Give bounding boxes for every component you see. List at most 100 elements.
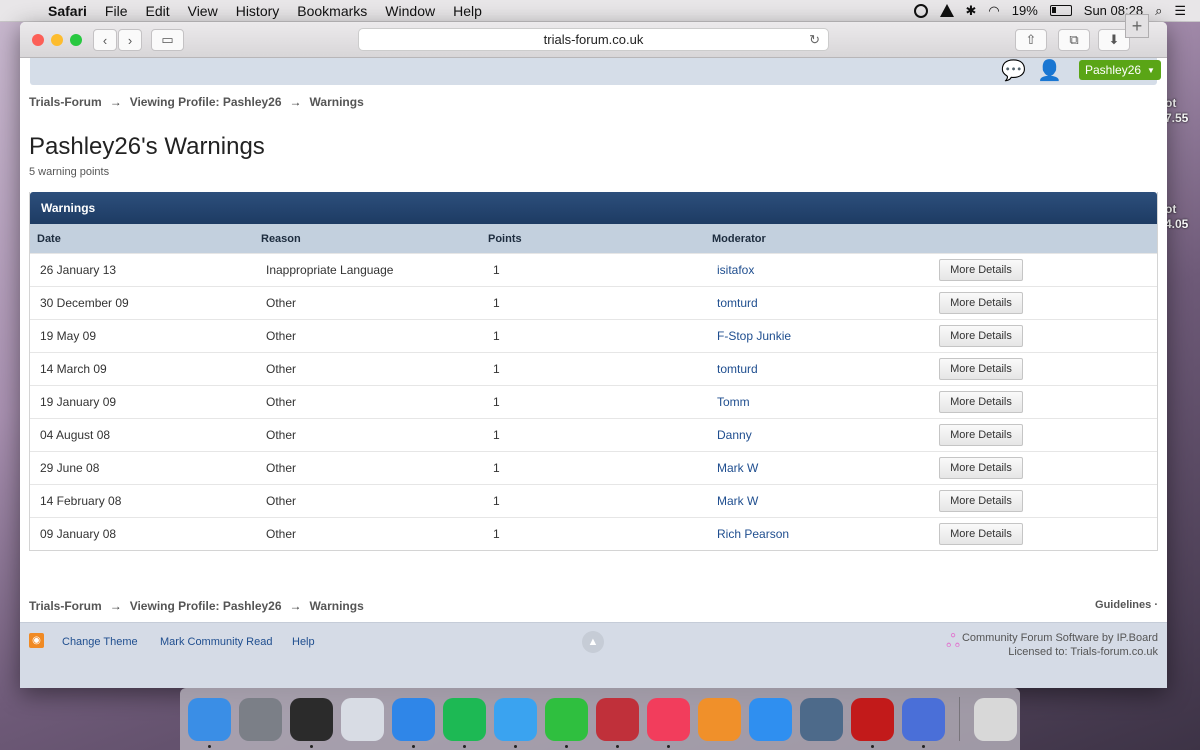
wifi-icon[interactable]: ◠	[988, 3, 999, 19]
reload-icon[interactable]: ↻	[809, 32, 820, 48]
profile-icon[interactable]: 👤	[1037, 58, 1062, 83]
menu-help[interactable]: Help	[453, 3, 482, 19]
chat-icon[interactable]	[902, 697, 945, 748]
status-circle-icon[interactable]	[913, 3, 928, 18]
back-to-top-button[interactable]: ▲	[582, 631, 604, 653]
moderator-link[interactable]: Danny	[705, 428, 931, 442]
chevron-down-icon: ▼	[1147, 65, 1155, 75]
dock-separator	[959, 697, 960, 741]
moderator-link[interactable]: isitafox	[705, 263, 931, 277]
help-link[interactable]: Help	[292, 636, 315, 648]
user-menu-button[interactable]: Pashley26 ▼	[1079, 60, 1161, 80]
change-theme-link[interactable]: Change Theme	[62, 636, 138, 648]
breadcrumb: Trials-Forum → Viewing Profile: Pashley2…	[29, 95, 364, 109]
itunes-icon[interactable]	[647, 697, 690, 748]
more-details-button[interactable]: More Details	[939, 325, 1023, 347]
back-button[interactable]: ‹	[93, 29, 117, 51]
battery-icon[interactable]	[1049, 5, 1072, 16]
table-row: 30 December 09 Other 1 tomturd More Details	[30, 286, 1157, 319]
more-details-button[interactable]: More Details	[939, 424, 1023, 446]
more-details-button[interactable]: More Details	[939, 259, 1023, 281]
dashboard-icon[interactable]	[290, 697, 333, 748]
mark-community-read-link[interactable]: Mark Community Read	[160, 636, 272, 648]
finder-icon[interactable]	[188, 697, 231, 748]
moderator-link[interactable]: tomturd	[705, 362, 931, 376]
cell-points: 1	[493, 329, 500, 343]
safari-icon[interactable]	[392, 697, 435, 748]
breadcrumb-separator: →	[289, 599, 302, 613]
photo-booth-icon[interactable]	[800, 697, 843, 741]
page-title: Pashley26's Warnings	[29, 133, 265, 160]
menu-history[interactable]: History	[236, 3, 280, 19]
breadcrumb-separator: →	[109, 599, 122, 613]
rss-icon[interactable]: ◉	[29, 633, 44, 648]
column-points: Points	[488, 232, 522, 245]
cell-reason: Other	[266, 527, 297, 541]
drive-icon[interactable]	[939, 4, 954, 17]
moderator-link[interactable]: Mark W	[705, 494, 931, 508]
close-window-button[interactable]	[32, 34, 44, 46]
launchpad-icon[interactable]	[239, 697, 282, 741]
menu-window[interactable]: Window	[385, 3, 435, 19]
messages-icon[interactable]: 💬	[1001, 58, 1026, 83]
sidebar-toggle-button[interactable]: ▭	[151, 29, 184, 51]
cell-reason: Other	[266, 395, 297, 409]
joystick-icon[interactable]	[596, 697, 639, 748]
menu-bookmarks[interactable]: Bookmarks	[297, 3, 367, 19]
table-row: 04 August 08 Other 1 Danny More Details	[30, 418, 1157, 451]
flash-icon[interactable]	[851, 697, 894, 748]
cell-points: 1	[493, 296, 500, 310]
column-reason: Reason	[261, 232, 301, 245]
cell-reason: Other	[266, 494, 297, 508]
moderator-link[interactable]: F-Stop Junkie	[705, 329, 931, 343]
cell-reason: Other	[266, 329, 297, 343]
table-body: 26 January 13 Inappropriate Language 1 isit…	[30, 253, 1157, 550]
facetime-icon[interactable]	[545, 697, 588, 748]
app-store-icon[interactable]	[749, 697, 792, 741]
tabs-overview-button[interactable]: ⧉	[1058, 29, 1090, 51]
moderator-link[interactable]: Tomm	[705, 395, 931, 409]
more-details-button[interactable]: More Details	[939, 391, 1023, 413]
menu-edit[interactable]: Edit	[145, 3, 169, 19]
spotlight-search-icon[interactable]: ⌕	[1155, 3, 1162, 19]
more-details-button[interactable]: More Details	[939, 457, 1023, 479]
credit-software[interactable]: Community Forum Software by IP.Board	[962, 631, 1158, 645]
trash-icon[interactable]	[974, 697, 1017, 741]
column-date: Date	[37, 232, 61, 245]
breadcrumb-home[interactable]: Trials-Forum	[29, 599, 102, 613]
more-details-button[interactable]: More Details	[939, 358, 1023, 380]
breadcrumb-home[interactable]: Trials-Forum	[29, 95, 102, 109]
cell-reason: Other	[266, 362, 297, 376]
menu-app-name[interactable]: Safari	[48, 3, 87, 19]
share-button[interactable]: ⇧	[1015, 29, 1047, 51]
messages-icon[interactable]	[494, 697, 537, 748]
new-tab-button[interactable]: +	[1125, 14, 1149, 38]
breadcrumb-footer: Trials-Forum → Viewing Profile: Pashley2…	[29, 599, 364, 613]
breadcrumb-profile[interactable]: Viewing Profile: Pashley26	[130, 599, 282, 613]
forum-credits: Community Forum Software by IP.Board Lic…	[962, 631, 1158, 659]
preview-icon[interactable]	[341, 697, 384, 741]
spotify-icon[interactable]	[443, 697, 486, 748]
more-details-button[interactable]: More Details	[939, 490, 1023, 512]
moderator-link[interactable]: tomturd	[705, 296, 931, 310]
menu-view[interactable]: View	[188, 3, 218, 19]
cell-date: 19 January 09	[40, 395, 117, 409]
zoom-window-button[interactable]	[70, 34, 82, 46]
moderator-link[interactable]: Rich Pearson	[705, 527, 931, 541]
minimize-window-button[interactable]	[51, 34, 63, 46]
breadcrumb-profile[interactable]: Viewing Profile: Pashley26	[130, 95, 282, 109]
battery-percent[interactable]: 19%	[1012, 3, 1038, 18]
notification-center-icon[interactable]: ☰	[1174, 3, 1186, 19]
moderator-link[interactable]: Mark W	[705, 461, 931, 475]
bluetooth-icon[interactable]: ✱	[966, 3, 977, 19]
cell-date: 29 June 08	[40, 461, 100, 475]
menu-file[interactable]: File	[105, 3, 128, 19]
ibooks-icon[interactable]	[698, 697, 741, 741]
forward-button[interactable]: ›	[118, 29, 142, 51]
cell-date: 14 February 08	[40, 494, 122, 508]
more-details-button[interactable]: More Details	[939, 292, 1023, 314]
guidelines-link[interactable]: Guidelines ·	[1095, 599, 1158, 611]
address-bar[interactable]: trials-forum.co.uk ↻	[358, 28, 829, 51]
table-row: 29 June 08 Other 1 Mark W More Details	[30, 451, 1157, 484]
more-details-button[interactable]: More Details	[939, 523, 1023, 545]
